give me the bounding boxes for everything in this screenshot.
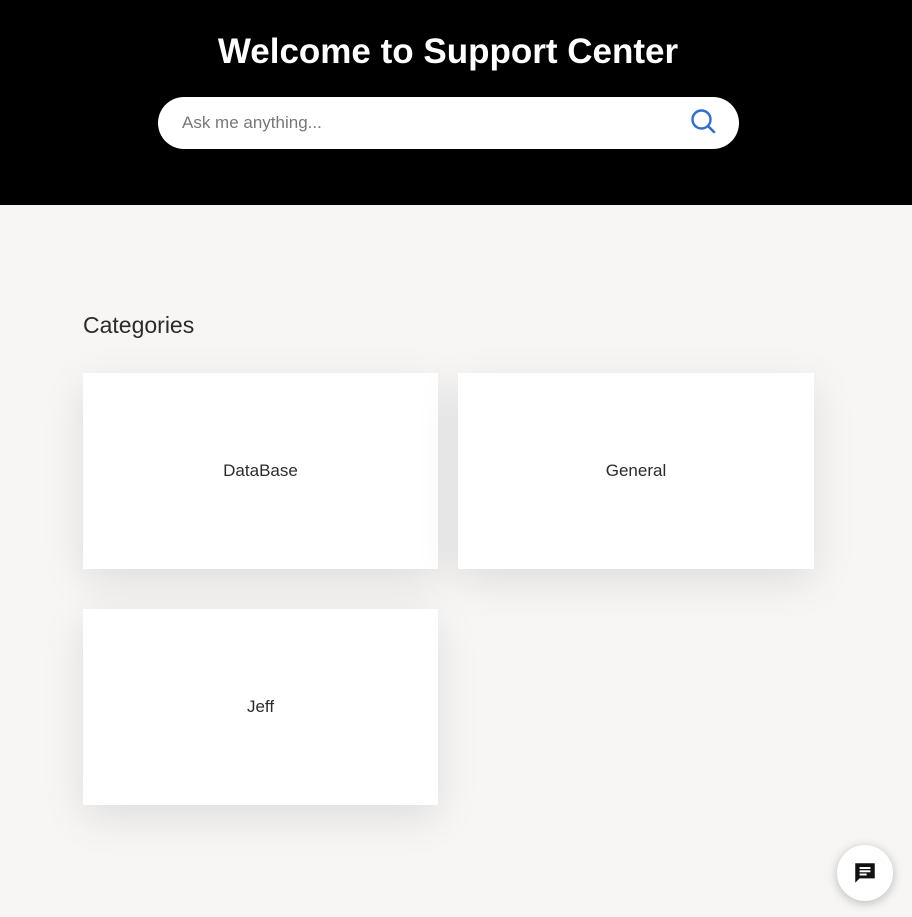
search-bar xyxy=(158,97,739,149)
category-card-label: Jeff xyxy=(246,697,275,716)
category-card-database[interactable]: DataBase xyxy=(83,373,438,569)
search-icon xyxy=(691,109,716,134)
chat-launcher-button[interactable] xyxy=(837,845,893,901)
search-input[interactable] xyxy=(182,97,682,149)
category-card-label: DataBase xyxy=(223,461,298,480)
page-title: Welcome to Support Center xyxy=(217,32,679,71)
categories-heading: Categories xyxy=(83,312,195,338)
search-button[interactable] xyxy=(689,107,719,137)
category-card-general[interactable]: General xyxy=(458,373,814,569)
category-card-jeff[interactable]: Jeff xyxy=(83,609,438,805)
hero-banner: Welcome to Support Center xyxy=(0,0,912,205)
category-card-label: General xyxy=(605,461,667,480)
chat-bubble-icon xyxy=(855,863,875,883)
